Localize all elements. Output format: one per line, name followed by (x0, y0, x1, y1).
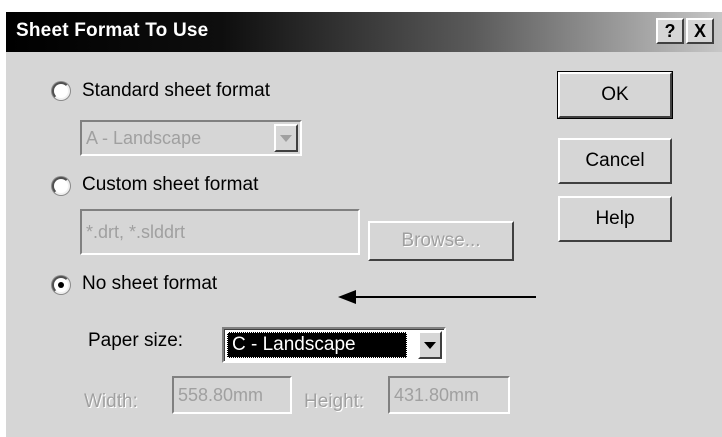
height-label: Height: (304, 391, 365, 412)
standard-sheet-label[interactable]: Standard sheet format (82, 80, 270, 102)
dialog-title: Sheet Format To Use (16, 20, 209, 41)
height-field[interactable]: 431.80mm (388, 376, 510, 414)
width-value: 558.80mm (178, 384, 264, 405)
paper-size-arrow-icon[interactable] (418, 331, 442, 359)
custom-sheet-file-value: *.drt, *.slddrt (86, 221, 186, 242)
dropdown-arrow-icon[interactable] (274, 124, 298, 152)
custom-sheet-label[interactable]: Custom sheet format (82, 174, 258, 196)
standard-sheet-dropdown[interactable]: A - Landscape (80, 120, 302, 156)
context-help-button[interactable]: ? (656, 18, 684, 44)
paper-size-value: C - Landscape (227, 332, 407, 358)
width-field[interactable]: 558.80mm (172, 376, 292, 414)
paper-size-label: Paper size: (88, 330, 184, 351)
ok-button[interactable]: OK (557, 71, 673, 119)
standard-sheet-radio[interactable] (52, 82, 70, 100)
browse-button[interactable]: Browse... (368, 221, 514, 261)
cancel-button[interactable]: Cancel (558, 138, 672, 184)
standard-sheet-dropdown-value: A - Landscape (86, 127, 202, 148)
sheet-format-dialog: Sheet Format To Use ? X Standard sheet f… (4, 12, 722, 437)
width-label: Width: (84, 391, 138, 412)
height-value: 431.80mm (394, 384, 480, 405)
custom-sheet-file-field[interactable]: *.drt, *.slddrt (80, 209, 360, 255)
annotation-arrow-line (352, 296, 536, 298)
radio-selected-dot (58, 282, 64, 288)
title-bar[interactable]: Sheet Format To Use ? X (6, 12, 722, 52)
annotation-arrow-icon (338, 290, 356, 304)
custom-sheet-radio[interactable] (52, 177, 70, 195)
help-button[interactable]: Help (558, 196, 672, 242)
no-sheet-radio[interactable] (52, 276, 70, 294)
paper-size-dropdown[interactable]: C - Landscape (222, 327, 446, 363)
no-sheet-label[interactable]: No sheet format (82, 273, 217, 295)
close-button[interactable]: X (686, 18, 714, 44)
